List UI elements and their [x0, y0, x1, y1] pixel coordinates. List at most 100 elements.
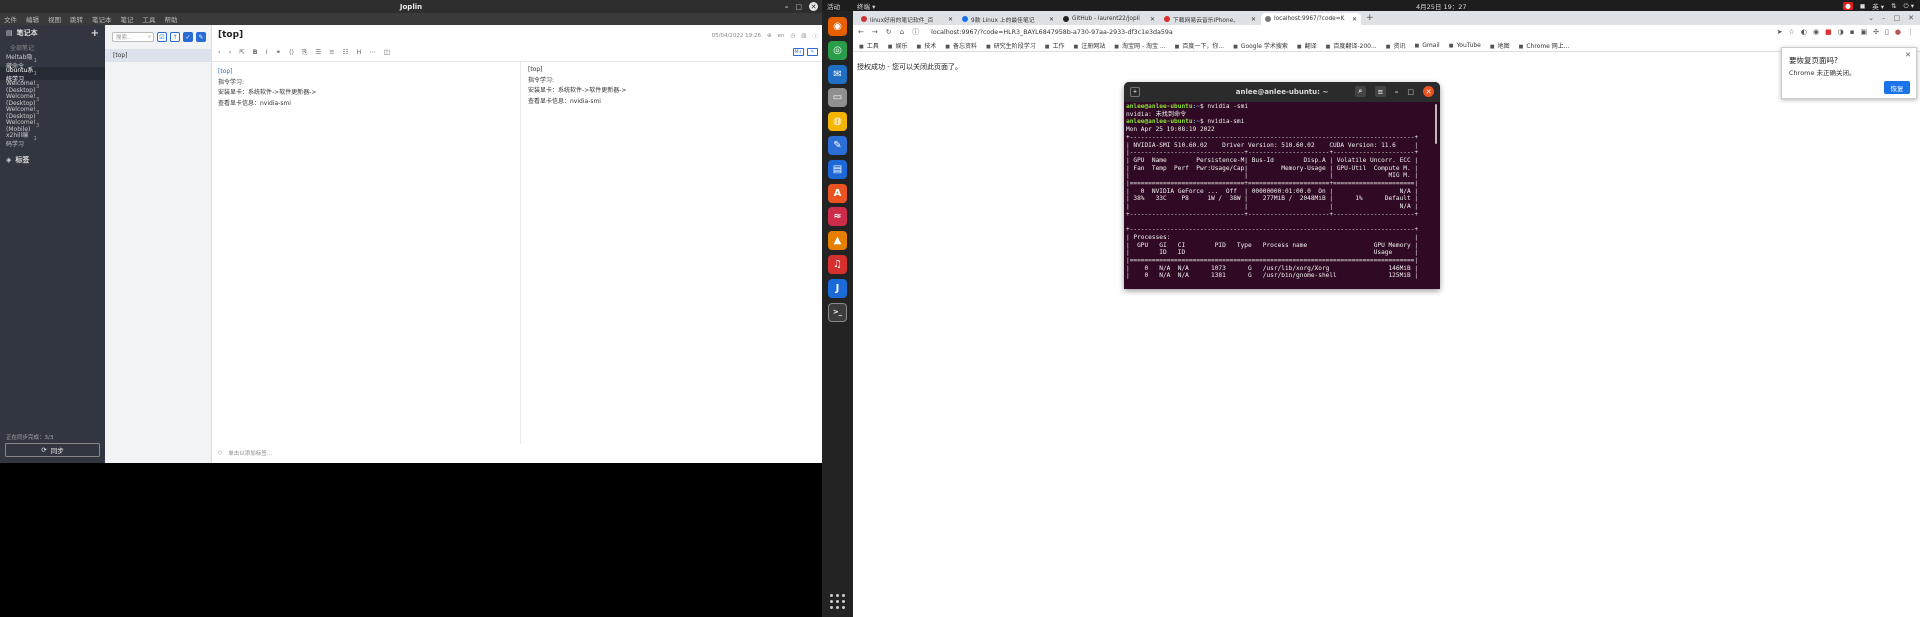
maximize-icon[interactable]: □	[1407, 88, 1414, 96]
close-icon[interactable]: ✕	[1908, 14, 1914, 22]
files-icon[interactable]: ▭	[828, 88, 847, 108]
search-icon[interactable]: ⌕	[1354, 86, 1366, 97]
link-icon[interactable]: ⚭	[276, 48, 281, 56]
text-editor-icon[interactable]: ✎	[828, 136, 847, 155]
netease-music-icon[interactable]: ♫	[828, 255, 847, 274]
bookmark-item[interactable]: Chrome 网上...	[1519, 41, 1569, 50]
joplin-icon[interactable]: J	[828, 278, 847, 298]
bookmark-item[interactable]: 备忘资料	[945, 41, 977, 50]
bookmark-item[interactable]: 地图	[1490, 41, 1510, 50]
rich-text-mode-icon[interactable]: ✎	[807, 48, 818, 56]
extension-icon[interactable]: ◉	[1813, 28, 1819, 36]
bold-icon[interactable]: B	[253, 48, 258, 56]
extension-icon[interactable]: ■	[1825, 28, 1832, 36]
attach-icon[interactable]: ⎘	[302, 48, 307, 57]
bookmark-item[interactable]: 工作	[1045, 41, 1064, 50]
bookmark-item[interactable]: 资讯	[1386, 41, 1405, 50]
network-icon[interactable]: ⇅	[1891, 2, 1896, 10]
maximize-icon[interactable]: □	[1894, 14, 1901, 22]
bookmark-item[interactable]: YouTube	[1449, 42, 1480, 49]
notification-badge-icon[interactable]: ●	[1843, 2, 1853, 10]
alarm-icon[interactable]: ◷	[790, 33, 795, 39]
menu-file[interactable]: 文件	[4, 14, 17, 24]
profile-avatar[interactable]: ●	[1895, 28, 1901, 36]
list-item[interactable]: [top]	[105, 49, 211, 62]
hamburger-menu-icon[interactable]: ≡	[1374, 86, 1386, 97]
sync-button[interactable]: ⟳ 同步	[5, 443, 100, 457]
bookmark-item[interactable]: 百度翻译-200...	[1326, 41, 1376, 50]
menu-notebook[interactable]: 笔记本	[92, 14, 112, 24]
reload-icon[interactable]: ↻	[886, 28, 892, 36]
software-center-icon[interactable]: A	[828, 183, 847, 203]
spellcheck-language[interactable]: en	[778, 33, 785, 39]
new-tab-icon[interactable]: +	[1130, 87, 1140, 97]
bullet-list-icon[interactable]: ☰	[315, 48, 321, 56]
browser-tab[interactable]: 9款 Linux 上的最佳笔记 ✕	[958, 13, 1058, 25]
close-icon[interactable]: ✕	[809, 2, 818, 11]
terminal-icon[interactable]: >_	[828, 302, 847, 322]
menu-view[interactable]: 视图	[48, 14, 61, 24]
bookmark-item[interactable]: Gmail	[1414, 42, 1440, 49]
home-icon[interactable]: ⌂	[900, 28, 904, 36]
minimize-icon[interactable]: –	[785, 3, 789, 11]
maximize-icon[interactable]: □	[795, 3, 802, 11]
numbered-list-icon[interactable]: ≡	[329, 48, 334, 56]
app-indicator-icon[interactable]: ◼	[1860, 2, 1865, 10]
bookmark-item[interactable]: 研究生阶段学习	[986, 41, 1036, 50]
sidepanel-icon[interactable]: ▯	[1885, 28, 1889, 36]
italic-icon[interactable]: I	[266, 48, 268, 56]
sidebar-item-notebook[interactable]: Welcome! (Desktop) 3	[0, 93, 105, 107]
clock[interactable]: 4月25日 19：27	[1416, 1, 1467, 11]
code-icon[interactable]: ⟨⟩	[289, 48, 294, 56]
note-title[interactable]: [top]	[218, 30, 243, 40]
bookmark-item[interactable]: 百度一下，你...	[1175, 41, 1224, 50]
browser-tab-active[interactable]: localhost:9967/?code=K ✕	[1261, 13, 1361, 25]
restore-button[interactable]: 恢复	[1884, 81, 1910, 94]
new-todo-button[interactable]: ✓	[183, 32, 193, 42]
menu-kebab-icon[interactable]: ⋮	[1907, 28, 1914, 36]
back-icon[interactable]: ←	[858, 28, 864, 36]
sidebar-item-notebook[interactable]: Welcome! (Desktop) 3	[0, 106, 105, 120]
close-tab-icon[interactable]: ✕	[948, 16, 953, 23]
guake-icon[interactable]: ≈	[828, 207, 847, 227]
close-tab-icon[interactable]: ✕	[1150, 16, 1155, 23]
forward-icon[interactable]: →	[872, 28, 878, 36]
new-tab-button[interactable]: +	[1366, 13, 1374, 23]
vlc-icon[interactable]: ▲	[828, 231, 847, 251]
sidebar-item-notebook[interactable]: Welcome! (Desktop) 3	[0, 80, 105, 94]
heading-icon[interactable]: H	[356, 48, 361, 56]
close-icon[interactable]: ✕	[1905, 51, 1911, 59]
input-method[interactable]: 英 ▾	[1872, 1, 1884, 11]
tab-search-icon[interactable]: ⌄	[1868, 14, 1874, 22]
activities-button[interactable]: 活动	[827, 1, 840, 11]
new-todo-icon[interactable]: ☑	[157, 32, 167, 42]
back-icon[interactable]: ‹	[218, 48, 221, 56]
browser-tab[interactable]: GitHub - laurent22/jopli ✕	[1059, 13, 1159, 25]
extension-icon[interactable]: ◑	[1838, 28, 1844, 36]
thunderbird-icon[interactable]: ✉	[828, 64, 847, 84]
firefox-icon[interactable]: ◉	[828, 17, 847, 36]
close-icon[interactable]: ✕	[1423, 86, 1434, 97]
markdown-mode-icon[interactable]: M↓	[793, 48, 804, 56]
bookmark-item[interactable]: 工具	[859, 41, 879, 50]
tag-bar[interactable]: ◇ 单击以添加标签...	[218, 449, 272, 457]
globe-icon[interactable]: ⊕	[767, 33, 772, 39]
external-edit-icon[interactable]: ⇱	[239, 48, 244, 56]
forward-icon[interactable]: ›	[229, 48, 232, 56]
address-bar[interactable]: localhost:9967/?code=HLR3_BAYL6847958b-a…	[931, 29, 1173, 36]
layout-icon[interactable]: ▥	[801, 33, 806, 39]
browser-tab[interactable]: linux好用的笔记软件_百 ✕	[857, 13, 957, 25]
chrome-icon[interactable]: ◎	[828, 40, 847, 60]
menu-help[interactable]: 帮助	[165, 14, 178, 24]
extension-icon[interactable]: ▣	[1861, 28, 1868, 36]
minimize-icon[interactable]: –	[1882, 14, 1886, 22]
bookmark-star-icon[interactable]: ☆	[1789, 28, 1795, 36]
checklist-icon[interactable]: ☷	[343, 48, 349, 56]
markdown-editor[interactable]: [top] 指令学习: 安装显卡：系统软件->软件更新器-> 查看显卡信息：nv…	[218, 67, 316, 109]
menu-note[interactable]: 笔记	[121, 14, 134, 24]
sort-order-icon[interactable]: ↑	[170, 32, 180, 42]
sidebar-item-notebook[interactable]: ubuntu系统学习 1	[0, 67, 105, 83]
share-icon[interactable]: ➤	[1777, 28, 1783, 36]
close-tab-icon[interactable]: ✕	[1251, 16, 1256, 23]
bookmark-item[interactable]: Google 学术搜索	[1233, 41, 1288, 50]
